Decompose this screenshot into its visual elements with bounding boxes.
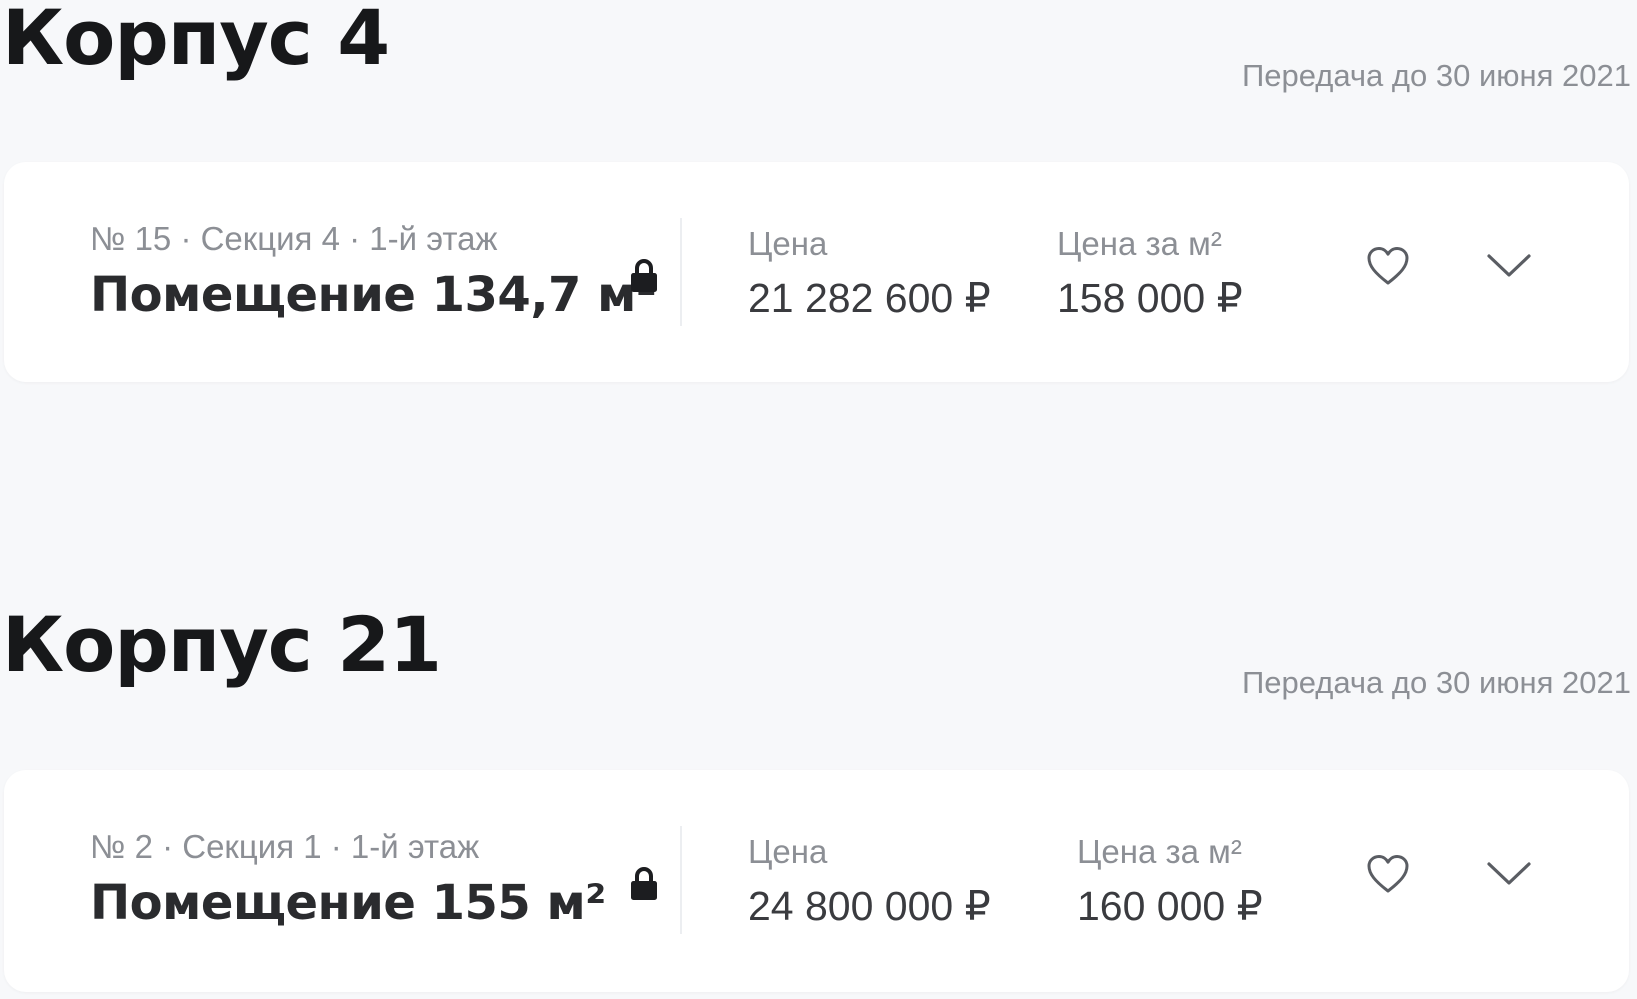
- divider: [680, 218, 682, 326]
- price-per-sqm-label: Цена за м²: [1057, 225, 1222, 262]
- delivery-date: Передача до 30 июня 2021: [1241, 665, 1631, 700]
- expand-button[interactable]: [1485, 242, 1533, 290]
- price-label: Цена: [748, 833, 828, 870]
- lock-icon: [629, 258, 659, 294]
- unit-title: Помещение 155 м²: [90, 875, 606, 931]
- heart-icon: [1365, 853, 1411, 895]
- lock-icon: [629, 866, 659, 902]
- unit-meta: № 15 · Секция 4 · 1-й этаж: [90, 220, 498, 257]
- unit-card[interactable]: № 15 · Секция 4 · 1-й этаж Помещение 134…: [4, 162, 1629, 382]
- section-title: Корпус 21: [2, 600, 442, 689]
- unit-meta: № 2 · Секция 1 · 1-й этаж: [90, 828, 480, 865]
- favorite-button[interactable]: [1364, 850, 1412, 898]
- favorite-button[interactable]: [1364, 242, 1412, 290]
- price-per-sqm-label: Цена за м²: [1077, 833, 1242, 870]
- heart-icon: [1365, 245, 1411, 287]
- unit-card[interactable]: № 2 · Секция 1 · 1-й этаж Помещение 155 …: [4, 770, 1629, 992]
- expand-button[interactable]: [1485, 850, 1533, 898]
- price-label: Цена: [748, 225, 828, 262]
- chevron-down-icon: [1486, 252, 1532, 280]
- divider: [680, 826, 682, 934]
- price-per-sqm-value: 160 000 ₽: [1077, 883, 1263, 929]
- chevron-down-icon: [1486, 860, 1532, 888]
- unit-title: Помещение 134,7 м²: [90, 267, 657, 323]
- section-title: Корпус 4: [2, 0, 390, 82]
- price-value: 24 800 000 ₽: [748, 883, 991, 929]
- price-per-sqm-value: 158 000 ₽: [1057, 275, 1243, 321]
- delivery-date: Передача до 30 июня 2021: [1241, 58, 1631, 93]
- price-value: 21 282 600 ₽: [748, 275, 991, 321]
